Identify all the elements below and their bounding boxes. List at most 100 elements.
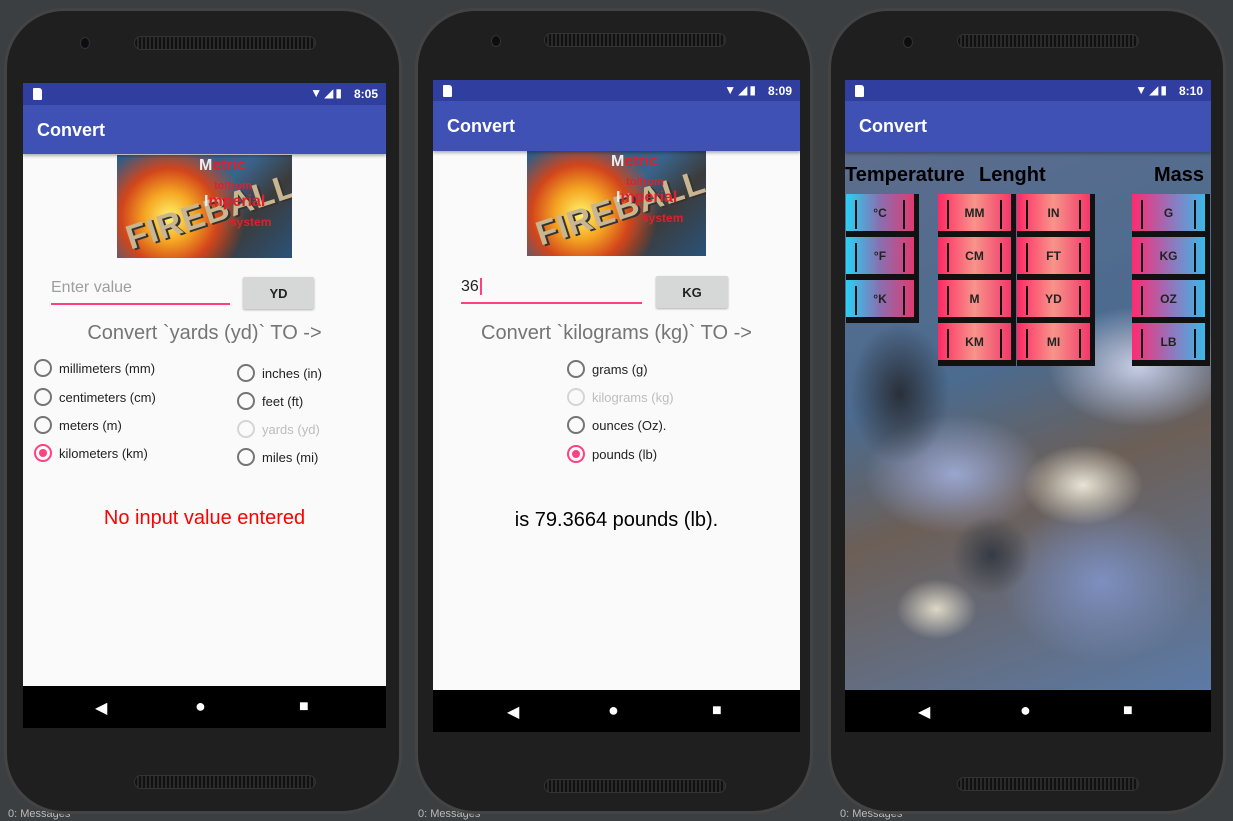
radio-circle-icon bbox=[237, 364, 255, 382]
radio-label: inches (in) bbox=[262, 365, 322, 381]
wifi-signal-battery-icon: ▼◢▮ bbox=[310, 86, 344, 100]
speaker-top bbox=[957, 34, 1139, 48]
unit-button-length_col1[interactable]: M bbox=[938, 280, 1016, 323]
length-header: Lenght bbox=[979, 164, 1046, 186]
sd-card-icon bbox=[855, 85, 864, 97]
app-title: Convert bbox=[37, 120, 106, 140]
home-button[interactable]: ● bbox=[608, 700, 619, 721]
radio-circle-icon bbox=[567, 416, 585, 434]
status-time: 8:05 bbox=[353, 87, 378, 101]
wifi-signal-battery-icon: ▼◢▮ bbox=[1135, 83, 1169, 97]
camera bbox=[80, 37, 90, 49]
sd-card-icon bbox=[443, 85, 452, 97]
result-text: is 79.3664 pounds (lb). bbox=[514, 509, 719, 531]
unit-button-length_col2[interactable]: IN bbox=[1017, 194, 1095, 237]
unit-button[interactable]: KG bbox=[656, 276, 728, 308]
phone-screen-3: ▼◢▮ 8:10 Convert Temperature Lenght Mass … bbox=[845, 80, 1211, 732]
radio-option[interactable]: kilometers (km) bbox=[34, 443, 148, 463]
radio-label: millimeters (mm) bbox=[59, 360, 156, 376]
radio-option[interactable]: miles (mi) bbox=[237, 447, 318, 467]
value-input[interactable]: 36 bbox=[461, 274, 642, 304]
value-input[interactable]: Enter value bbox=[51, 275, 230, 305]
unit-button-temperature[interactable]: °C bbox=[846, 194, 919, 237]
radio-circle-icon bbox=[237, 392, 255, 410]
speaker-top bbox=[544, 33, 726, 47]
speaker-bottom bbox=[134, 775, 316, 789]
radio-option[interactable]: yards (yd) bbox=[237, 419, 320, 439]
radio-label: miles (mi) bbox=[262, 449, 319, 465]
unit-button-length_col2[interactable]: MI bbox=[1017, 323, 1095, 366]
radio-option[interactable]: grams (g) bbox=[567, 359, 648, 379]
radio-label: kilometers (km) bbox=[59, 445, 148, 461]
unit-button-length_col2[interactable]: FT bbox=[1017, 237, 1095, 280]
radio-label: centimeters (cm) bbox=[59, 389, 156, 405]
temperature-header: Temperature bbox=[845, 164, 965, 186]
radio-label: yards (yd) bbox=[262, 421, 320, 437]
speaker-top bbox=[134, 36, 316, 50]
status-bar: ▼◢▮ 8:09 bbox=[433, 80, 800, 101]
radio-circle-icon bbox=[34, 444, 52, 462]
status-time: 8:10 bbox=[1178, 84, 1203, 98]
convert-label: Convert `yards (yd)` TO -> bbox=[87, 322, 322, 344]
radio-label: meters (m) bbox=[59, 417, 122, 433]
app-bar: Convert bbox=[433, 101, 800, 151]
radio-label: ounces (Oz). bbox=[592, 417, 667, 433]
sd-card-icon bbox=[33, 88, 42, 100]
unit-button-mass[interactable]: KG bbox=[1132, 237, 1210, 280]
home-button[interactable]: ● bbox=[1020, 700, 1031, 721]
radio-option[interactable]: centimeters (cm) bbox=[34, 387, 156, 407]
unit-button-mass[interactable]: OZ bbox=[1132, 280, 1210, 323]
nav-bar: ◀ ● ■ bbox=[433, 690, 800, 732]
recents-button[interactable]: ■ bbox=[712, 702, 722, 720]
unit-button-temperature[interactable]: °F bbox=[846, 237, 919, 280]
back-button[interactable]: ◀ bbox=[95, 698, 107, 718]
radio-option[interactable]: kilograms (kg) bbox=[567, 387, 674, 407]
unit-button-length_col1[interactable]: MM bbox=[938, 194, 1016, 237]
app-bar: Convert bbox=[845, 101, 1211, 152]
radio-circle-icon bbox=[34, 388, 52, 406]
radio-option[interactable]: millimeters (mm) bbox=[34, 358, 155, 378]
speaker-bottom bbox=[544, 779, 726, 793]
nav-bar: ◀ ● ■ bbox=[23, 686, 386, 728]
radio-label: feet (ft) bbox=[262, 393, 304, 409]
radio-circle-icon bbox=[567, 388, 585, 406]
app-title: Convert bbox=[859, 116, 928, 136]
radio-circle-icon bbox=[34, 359, 52, 377]
radio-option[interactable]: feet (ft) bbox=[237, 391, 303, 411]
recents-button[interactable]: ■ bbox=[1123, 702, 1133, 720]
radio-circle-icon bbox=[237, 448, 255, 466]
home-button[interactable]: ● bbox=[195, 696, 206, 717]
camera bbox=[491, 35, 501, 47]
unit-button-length_col1[interactable]: KM bbox=[938, 323, 1016, 366]
unit-button-mass[interactable]: LB bbox=[1132, 323, 1210, 366]
radio-option[interactable]: ounces (Oz). bbox=[567, 415, 666, 435]
wifi-signal-battery-icon: ▼◢▮ bbox=[724, 83, 758, 97]
radio-label: pounds (lb) bbox=[592, 446, 658, 462]
unit-button-length_col2[interactable]: YD bbox=[1017, 280, 1095, 323]
recents-button[interactable]: ■ bbox=[299, 698, 309, 716]
convert-label: Convert `kilograms (kg)` TO -> bbox=[481, 322, 752, 344]
unit-button-length_col1[interactable]: CM bbox=[938, 237, 1016, 280]
app-bar: Convert bbox=[23, 105, 386, 154]
mass-header: Mass bbox=[1153, 164, 1204, 186]
app-title: Convert bbox=[447, 116, 516, 136]
unit-button-temperature[interactable]: °K bbox=[846, 280, 919, 323]
fireball-logo: FIREBALL Metric to/from Imperial system bbox=[527, 151, 706, 256]
status-bar: ▼◢▮ 8:10 bbox=[845, 80, 1211, 101]
radio-circle-icon bbox=[34, 416, 52, 434]
radio-option[interactable]: pounds (lb) bbox=[567, 444, 657, 464]
unit-button[interactable]: YD bbox=[243, 277, 314, 309]
phone-screen-1: ▼◢▮ 8:05 Convert FIREBALL Metric to/from … bbox=[23, 83, 386, 728]
back-button[interactable]: ◀ bbox=[507, 702, 519, 722]
radio-option[interactable]: meters (m) bbox=[34, 415, 122, 435]
back-button[interactable]: ◀ bbox=[918, 702, 930, 722]
result-text: No input value entered bbox=[103, 507, 306, 529]
unit-button-mass[interactable]: G bbox=[1132, 194, 1210, 237]
textured-background: Temperature Lenght Mass °C °F °K MM CM M KM IN F… bbox=[845, 151, 1211, 690]
radio-label: kilograms (kg) bbox=[592, 389, 674, 405]
nav-bar: ◀ ● ■ bbox=[845, 690, 1211, 732]
radio-label: grams (g) bbox=[592, 361, 648, 377]
fireball-logo: FIREBALL Metric to/from Imperial system bbox=[117, 155, 292, 258]
radio-option[interactable]: inches (in) bbox=[237, 363, 322, 383]
radio-circle-icon bbox=[237, 420, 255, 438]
